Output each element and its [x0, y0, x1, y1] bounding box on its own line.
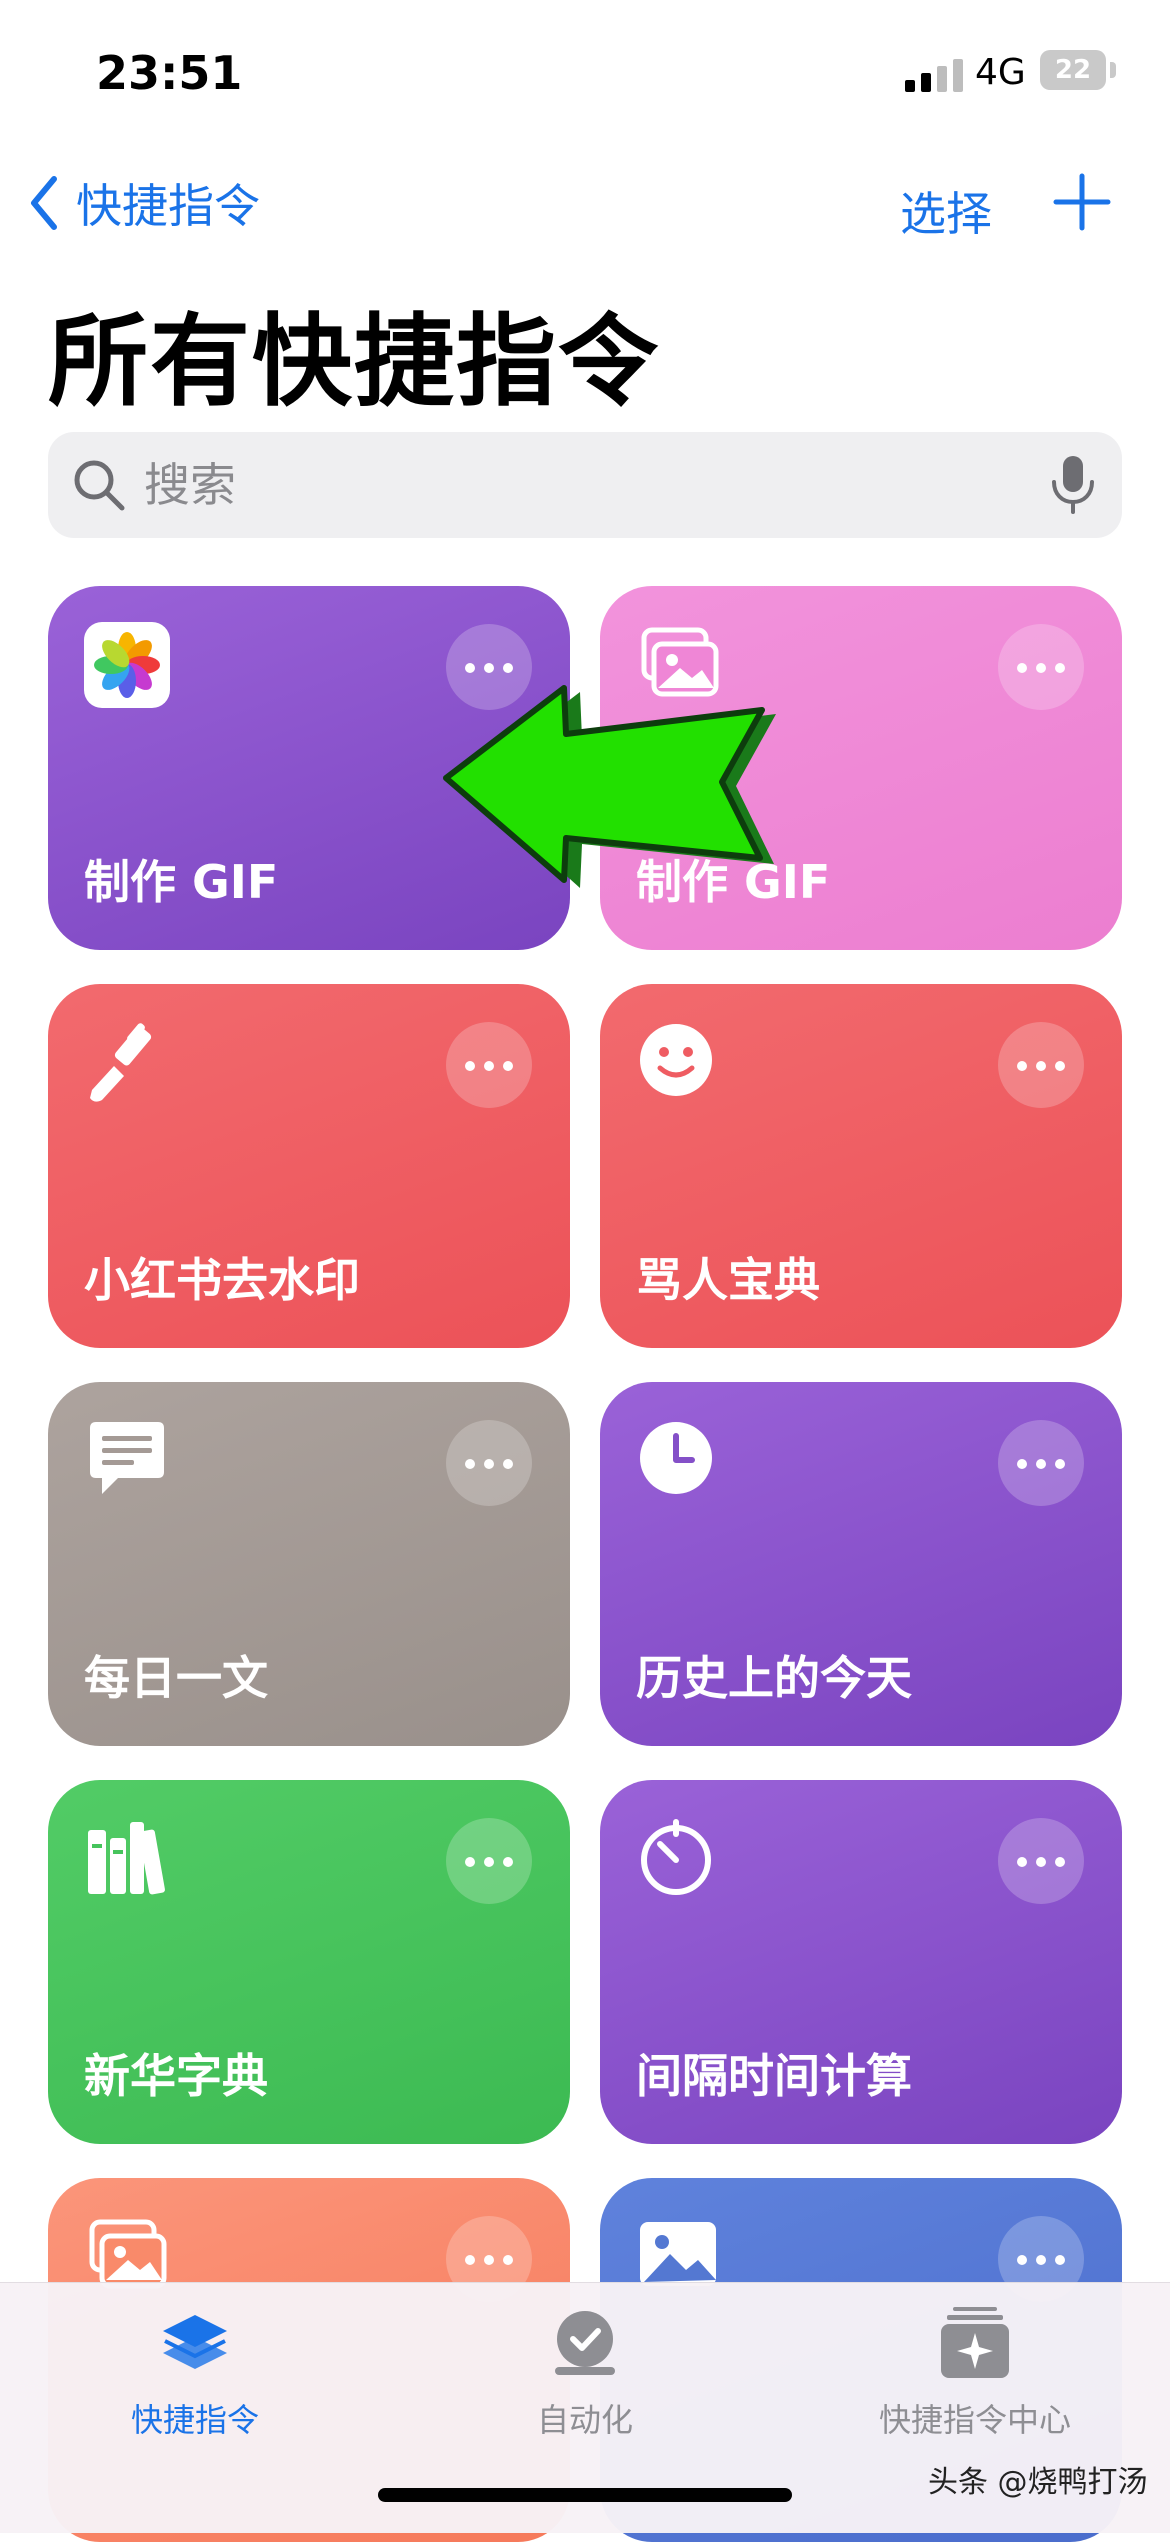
more-options-button[interactable] [998, 1420, 1084, 1506]
search-bar[interactable] [48, 432, 1122, 538]
back-button[interactable]: 快捷指令 [28, 168, 260, 238]
tab-label: 快捷指令中心 [878, 2401, 1071, 2439]
status-time: 23:51 [96, 46, 243, 100]
shortcut-title: 小红书去水印 [84, 1253, 360, 1307]
gallery-sparkle-icon [941, 2307, 1009, 2378]
shortcut-title: 历史上的今天 [636, 1651, 912, 1705]
shortcut-card[interactable]: 小红书去水印 [48, 984, 570, 1348]
network-type: 4G [975, 52, 1026, 93]
tab-gallery[interactable]: 快捷指令中心 [795, 2303, 1155, 2473]
more-options-button[interactable] [446, 1420, 532, 1506]
tab-label: 快捷指令 [130, 2401, 259, 2439]
page-title: 所有快捷指令 [48, 303, 660, 420]
shortcut-title: 每日一文 [84, 1651, 268, 1705]
shortcut-title: 骂人宝典 [636, 1253, 820, 1307]
microphone-icon[interactable] [1048, 454, 1098, 516]
more-options-button[interactable] [998, 1022, 1084, 1108]
green-arrow-annotation [443, 685, 776, 888]
layers-icon [163, 2315, 227, 2369]
books-icon [88, 1822, 165, 1895]
shortcut-card[interactable]: 历史上的今天 [600, 1382, 1122, 1746]
watermark-text: 头条 @烧鸭打汤 [928, 2465, 1148, 2500]
tab-automation[interactable]: 自动化 [405, 2303, 765, 2473]
back-label: 快捷指令 [76, 179, 260, 233]
shortcut-title: 新华字典 [84, 2049, 268, 2103]
automation-clock-icon [555, 2311, 615, 2375]
clock-icon [640, 1422, 712, 1494]
tab-label: 自动化 [536, 2401, 633, 2439]
shortcut-title: 间隔时间计算 [636, 2049, 912, 2103]
battery-level: 22 [1054, 55, 1092, 85]
shortcut-card[interactable]: 间隔时间计算 [600, 1780, 1122, 2144]
more-options-button[interactable] [998, 624, 1084, 710]
photos-app-icon [84, 622, 170, 708]
add-icon[interactable] [1052, 172, 1112, 232]
more-options-button[interactable] [446, 1022, 532, 1108]
shortcut-card[interactable]: 骂人宝典 [600, 984, 1122, 1348]
tab-shortcuts[interactable]: 快捷指令 [15, 2303, 375, 2473]
paintbrush-icon [90, 1023, 152, 1102]
status-bar: 23:51 4G 22 [0, 0, 1170, 140]
timer-icon [641, 1819, 711, 1895]
more-options-button[interactable] [998, 1818, 1084, 1904]
shortcut-title: 制作 GIF [84, 855, 279, 909]
shortcut-card[interactable]: 每日一文 [48, 1382, 570, 1746]
search-input[interactable] [144, 432, 1024, 538]
search-icon [74, 460, 125, 511]
battery-cap [1110, 62, 1116, 78]
chevron-left-icon [31, 176, 57, 230]
home-indicator[interactable] [378, 2488, 792, 2502]
message-icon [90, 1422, 164, 1494]
more-options-button[interactable] [446, 1818, 532, 1904]
smiley-icon [640, 1024, 712, 1096]
select-button[interactable]: 选择 [900, 178, 992, 244]
shortcut-card[interactable]: 新华字典 [48, 1780, 570, 2144]
signal-icon [905, 59, 963, 92]
